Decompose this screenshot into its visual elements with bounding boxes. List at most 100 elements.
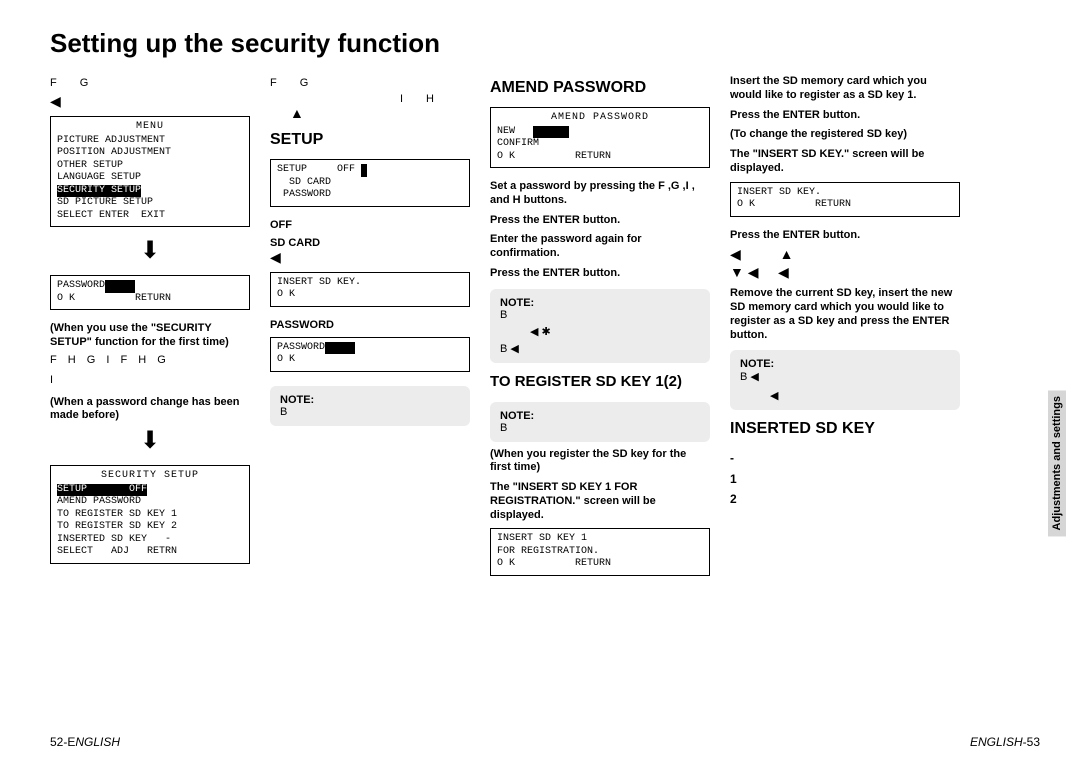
instruction-text: Press the ENTER button.	[490, 214, 710, 228]
osd-line: SETUP OFF	[57, 484, 243, 497]
left-triangle-icon: ◀	[270, 249, 470, 266]
section-setup-title: SETUP	[270, 131, 470, 149]
note-box: NOTE: B	[270, 386, 470, 426]
osd-password-box: PASSWORD O K	[270, 337, 470, 372]
instruction-text: Remove the current SD key, insert the ne…	[730, 287, 960, 342]
osd-amend-password: AMEND PASSWORD NEW CONFIRM O K RETURN	[490, 107, 710, 168]
osd-line: O K RETURN	[497, 151, 703, 164]
osd-title: SECURITY SETUP	[57, 470, 243, 483]
button-letters: I	[50, 374, 250, 386]
inserted-key-list: - 1 2	[730, 448, 960, 509]
column-3: AMEND PASSWORD AMEND PASSWORD NEW CONFIR…	[490, 69, 710, 582]
osd-line: O K RETURN	[497, 558, 703, 571]
osd-line: SETUP OFF	[277, 164, 463, 177]
sub-password: PASSWORD	[270, 319, 470, 331]
button-letters-ih: I H	[270, 93, 470, 105]
osd-line: AMEND PASSWORD	[57, 496, 243, 509]
left-triangle-icon: ◀	[50, 93, 250, 110]
osd-line: O K	[277, 289, 463, 302]
osd-insert-sd-reg: INSERT SD KEY 1 FOR REGISTRATION. O K RE…	[490, 528, 710, 576]
instruction-text: The "INSERT SD KEY 1 FOR REGISTRATION." …	[490, 481, 710, 522]
osd-line: SD CARD	[277, 177, 463, 190]
osd-line: NEW	[497, 126, 703, 139]
side-tab: Adjustments and settings	[1048, 390, 1066, 536]
instruction-text: (When you register the SD key for the fi…	[490, 448, 710, 476]
osd-insert-sd: INSERT SD KEY. O K RETURN	[730, 182, 960, 217]
osd-line: PASSWORD	[277, 342, 463, 355]
osd-line: INSERT SD KEY.	[277, 277, 463, 290]
osd-line: INSERT SD KEY.	[737, 187, 953, 200]
osd-line: O K	[277, 354, 463, 367]
list-item: 1	[730, 469, 960, 489]
instruction-text: (When a password change has been made be…	[50, 396, 250, 424]
content-columns: F G ◀ MENU PICTURE ADJUSTMENT POSITION A…	[0, 69, 1080, 582]
button-letters-fg: F G	[270, 77, 470, 89]
up-triangle-icon: ▲	[290, 105, 470, 121]
osd-insert-sd: INSERT SD KEY. O K	[270, 272, 470, 307]
osd-setup-box: SETUP OFF SD CARD PASSWORD	[270, 159, 470, 207]
menu-item-selected: SECURITY SETUP	[57, 185, 141, 198]
section-register-title: TO REGISTER SD KEY 1(2)	[490, 373, 710, 390]
note-heading: NOTE:	[500, 410, 700, 422]
note-box: NOTE: B ◀ ✱ B ◀	[490, 289, 710, 363]
osd-password-prompt: PASSWORD O K RETURN	[50, 275, 250, 310]
osd-line: FOR REGISTRATION.	[497, 546, 703, 559]
column-4: Insert the SD memory card which you woul…	[730, 69, 960, 582]
osd-line: TO REGISTER SD KEY 2	[57, 521, 243, 534]
osd-main-menu: MENU PICTURE ADJUSTMENT POSITION ADJUSTM…	[50, 116, 250, 227]
arrow-down-icon: ⬇	[50, 239, 250, 263]
osd-line: PASSWORD	[277, 189, 463, 202]
osd-line: O K RETURN	[737, 199, 953, 212]
page-title: Setting up the security function	[0, 0, 1080, 69]
menu-item: POSITION ADJUSTMENT	[57, 147, 243, 160]
arrow-cluster: ◀ ▲ ▼ ◀ ◀	[730, 246, 960, 281]
osd-title: AMEND PASSWORD	[497, 112, 703, 125]
list-item: 2	[730, 489, 960, 509]
instruction-text: Press the ENTER button.	[490, 267, 710, 281]
note-box: NOTE: B ◀ ◀	[730, 350, 960, 410]
menu-item: PICTURE ADJUSTMENT	[57, 135, 243, 148]
instruction-text: (To change the registered SD key)	[730, 128, 960, 142]
note-symbols: ◀ ✱	[530, 325, 700, 338]
sub-sdcard: SD CARD	[270, 237, 470, 249]
menu-title: MENU	[57, 121, 243, 134]
sub-off: OFF	[270, 219, 470, 231]
page-footer-right: ENGLISH-53	[970, 735, 1040, 749]
list-item: -	[730, 448, 960, 468]
instruction-text: Insert the SD memory card which you woul…	[730, 75, 960, 103]
osd-footer: SELECT ADJ RETRN	[57, 546, 243, 559]
column-2: F G I H ▲ SETUP SETUP OFF SD CARD PASSWO…	[270, 69, 470, 582]
note-body: B	[500, 422, 700, 434]
note-heading: NOTE:	[280, 394, 460, 406]
osd-line: O K RETURN	[57, 293, 243, 306]
page-footer-left: 52-E52-ENGLISHNGLISH	[50, 735, 120, 749]
arrow-down-icon: ⬇	[50, 429, 250, 453]
note-arrow: ◀	[770, 389, 950, 402]
osd-security-setup: SECURITY SETUP SETUP OFF AMEND PASSWORD …	[50, 465, 250, 564]
note-heading: NOTE:	[740, 358, 950, 370]
note-body: B	[280, 406, 460, 418]
menu-footer: SELECT ENTER EXIT	[57, 210, 243, 223]
instruction-text: (When you use the "SECURITY SETUP" funct…	[50, 322, 250, 350]
osd-line: CONFIRM	[497, 138, 703, 151]
section-inserted-title: INSERTED SD KEY	[730, 420, 960, 438]
note-body: B	[500, 309, 700, 321]
note-box: NOTE: B	[490, 402, 710, 442]
osd-line: INSERTED SD KEY -	[57, 534, 243, 547]
menu-item: SD PICTURE SETUP	[57, 197, 243, 210]
instruction-text: Enter the password again for confirmatio…	[490, 233, 710, 261]
note-body: B ◀	[500, 342, 700, 355]
instruction-text: The "INSERT SD KEY." screen will be disp…	[730, 148, 960, 176]
osd-line: INSERT SD KEY 1	[497, 533, 703, 546]
note-body: B ◀	[740, 370, 950, 383]
instruction-text: Press the ENTER button.	[730, 229, 960, 243]
note-heading: NOTE:	[500, 297, 700, 309]
menu-item: OTHER SETUP	[57, 160, 243, 173]
instruction-text: Press the ENTER button.	[730, 109, 960, 123]
button-letters: F H G I F H G	[50, 354, 250, 366]
osd-line: PASSWORD	[57, 280, 243, 293]
column-1: F G ◀ MENU PICTURE ADJUSTMENT POSITION A…	[50, 69, 250, 582]
osd-line: TO REGISTER SD KEY 1	[57, 509, 243, 522]
button-letters-fg: F G	[50, 77, 250, 89]
instruction-text: Set a password by pressing the F ,G ,I ,…	[490, 180, 710, 208]
